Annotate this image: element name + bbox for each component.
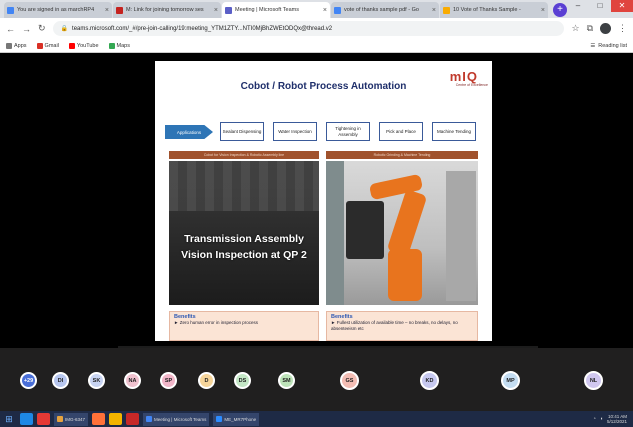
- volume-icon[interactable]: ◖: [600, 416, 603, 422]
- tab-favicon-icon: [334, 6, 341, 14]
- robotic-arm-photo: [326, 161, 478, 305]
- opera-icon[interactable]: [37, 413, 50, 425]
- office-icon[interactable]: [126, 413, 140, 425]
- browser-tab[interactable]: vote of thanks sample pdf - Go ×: [331, 2, 439, 18]
- tab-title: Meeting | Microsoft Teams: [235, 7, 299, 13]
- tab-title: You are signed in as marchRP4: [17, 7, 95, 13]
- browser-tab[interactable]: M: Link for joining tomorrow ses ×: [113, 2, 221, 18]
- participant-avatar[interactable]: DS: [234, 372, 251, 389]
- participant-avatar[interactable]: +29: [20, 372, 37, 389]
- windows-taskbar: ⊞ IMG-6347 Meeting | Microsoft Teams ME_…: [0, 411, 633, 427]
- participants-strip: +29 DI SK NA SP D DS SM GS KD MP NL: [0, 348, 633, 411]
- clock[interactable]: 10:41 AM 5/12/2021: [607, 414, 627, 425]
- url-text: teams.microsoft.com/_#/pre-join-calling/…: [72, 25, 333, 32]
- participant-avatar[interactable]: SM: [278, 372, 295, 389]
- participant-avatar[interactable]: D: [198, 372, 215, 389]
- browser-tab[interactable]: You are signed in as marchRP4 ×: [4, 2, 112, 18]
- participant-avatar[interactable]: KD: [420, 371, 439, 390]
- participant-avatar[interactable]: GS: [340, 371, 359, 390]
- url-field[interactable]: 🔒 teams.microsoft.com/_#/pre-join-callin…: [52, 21, 565, 36]
- tab-close-icon[interactable]: ×: [214, 7, 218, 14]
- band-left: Cobot for Vision Inspection & Robotic As…: [169, 151, 319, 159]
- forward-icon[interactable]: →: [22, 24, 31, 34]
- star-icon[interactable]: ☆: [571, 23, 579, 34]
- participant-avatar[interactable]: SK: [88, 372, 105, 389]
- folder-icon[interactable]: [109, 413, 123, 425]
- process-steps: Applications Sealant Dispensing Water In…: [165, 122, 485, 144]
- benefits-right-text: ► Fullest utilization of available time …: [331, 320, 458, 331]
- tab-favicon-icon: [225, 6, 232, 14]
- band-right: Robotic Grinding & Machine Tending: [326, 151, 478, 159]
- bookmark-gmail[interactable]: Gmail: [36, 42, 59, 49]
- bookmarks-bar: Apps Gmail YouTube Maps ☰ Reading list: [0, 39, 633, 53]
- gmail-icon: [36, 42, 43, 49]
- step-pick-and-place: Pick and Place: [379, 122, 423, 141]
- edge-icon[interactable]: [20, 413, 33, 425]
- menu-icon[interactable]: ⋮: [618, 23, 627, 34]
- step-sealant-dispensing: Sealant Dispensing: [220, 122, 264, 141]
- tab-favicon-icon: [7, 6, 14, 14]
- browser-tab-strip: You are signed in as marchRP4 × M: Link fo…: [0, 0, 633, 18]
- reading-list[interactable]: ☰ Reading list: [590, 43, 627, 49]
- window-controls: – □ ✕: [567, 0, 633, 12]
- address-bar-row: ← → ↻ 🔒 teams.microsoft.com/_#/pre-join-…: [0, 18, 633, 39]
- miq-logo: mIQ: [449, 69, 478, 84]
- lock-icon: 🔒: [60, 26, 69, 32]
- tab-favicon-icon: [116, 6, 123, 14]
- windows-start-icon[interactable]: ⊞: [2, 413, 16, 425]
- tab-close-icon[interactable]: ×: [541, 7, 545, 14]
- tab-favicon-icon: [443, 6, 450, 14]
- maps-icon: [108, 42, 115, 49]
- shared-slide: Cobot / Robot Process Automation mIQ Cen…: [155, 61, 492, 341]
- tab-title: vote of thanks sample pdf - Go: [344, 7, 419, 13]
- participant-avatar[interactable]: DI: [52, 372, 69, 389]
- taskbar-task-zoom[interactable]: ME_MR7Phone: [213, 412, 260, 426]
- browser-tab[interactable]: Meeting | Microsoft Teams ×: [222, 2, 330, 18]
- participant-avatar[interactable]: MP: [501, 371, 520, 390]
- tab-close-icon[interactable]: ×: [432, 7, 436, 14]
- apps-icon: [6, 42, 12, 49]
- transmission-assembly-photo: Transmission Assembly Vision Inspection …: [169, 161, 319, 305]
- participant-avatar[interactable]: SP: [160, 372, 177, 389]
- back-icon[interactable]: ←: [6, 24, 15, 34]
- tab-close-icon[interactable]: ×: [323, 7, 327, 14]
- taskbar-task-image[interactable]: IMG-6347: [54, 412, 89, 426]
- benefits-right-box: Benefits ► Fullest utilization of availa…: [326, 311, 478, 341]
- step-tightening-in-assembly: Tightening in Assembly: [326, 122, 370, 141]
- profile-avatar[interactable]: [600, 23, 611, 34]
- step-water-inspection: Water Inspection: [273, 122, 317, 141]
- miq-logo-subtitle: Centre of Excellence: [455, 83, 488, 87]
- reload-icon[interactable]: ↻: [38, 23, 46, 34]
- maximize-button[interactable]: □: [589, 0, 611, 12]
- extensions-icon[interactable]: ⧉: [587, 23, 593, 34]
- bookmark-maps[interactable]: Maps: [108, 42, 130, 49]
- tab-title: 10 Vote of Thanks Sample -: [453, 7, 521, 13]
- system-tray: ◔ ◖ 10:41 AM 5/12/2021: [593, 414, 631, 425]
- reading-list-icon: ☰: [590, 42, 596, 49]
- benefits-left-text: ► Zero human error in inspection process: [174, 320, 258, 325]
- robot-arm-lower: [386, 189, 428, 257]
- minimize-button[interactable]: –: [567, 0, 589, 12]
- step-machine-tending: Machine Tending: [432, 122, 476, 141]
- participant-avatar[interactable]: NA: [124, 372, 141, 389]
- bookmark-apps[interactable]: Apps: [6, 42, 27, 49]
- tab-close-icon[interactable]: ×: [105, 7, 109, 14]
- robot-base: [388, 249, 422, 301]
- youtube-icon: [68, 42, 75, 49]
- step-applications: Applications: [165, 125, 213, 139]
- tab-title: M: Link for joining tomorrow ses: [126, 7, 204, 13]
- firefox-icon[interactable]: [92, 413, 106, 425]
- bookmark-youtube[interactable]: YouTube: [68, 42, 99, 49]
- new-tab-button[interactable]: +: [553, 3, 567, 17]
- participant-avatar[interactable]: NL: [584, 371, 603, 390]
- photo-caption-line-1: Transmission Assembly: [184, 233, 304, 245]
- meeting-stage: Cobot / Robot Process Automation mIQ Cen…: [0, 54, 633, 357]
- taskbar-task-chrome[interactable]: Meeting | Microsoft Teams: [143, 412, 210, 426]
- close-window-button[interactable]: ✕: [611, 0, 633, 12]
- wifi-icon[interactable]: ◔: [593, 416, 596, 422]
- benefits-left-box: Benefits ► Zero human error in inspectio…: [169, 311, 319, 341]
- browser-tab[interactable]: 10 Vote of Thanks Sample - ×: [440, 2, 548, 18]
- photo-caption-line-2: Vision Inspection at QP 2: [181, 249, 307, 261]
- slide-title: Cobot / Robot Process Automation: [240, 81, 407, 92]
